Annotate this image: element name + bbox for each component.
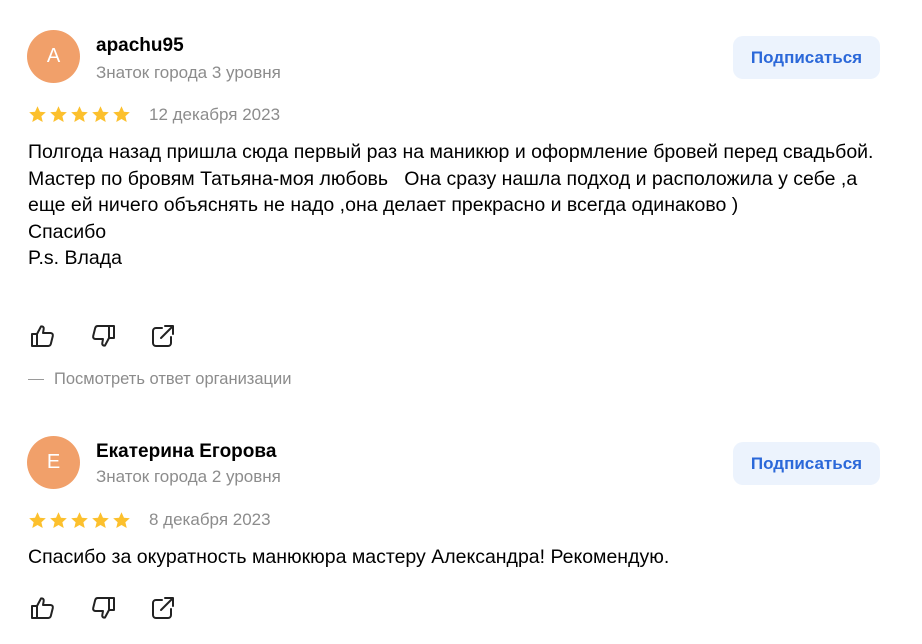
avatar[interactable]: Е (27, 436, 80, 489)
author-level: Знаток города 2 уровня (96, 467, 281, 486)
thumbs-down-icon[interactable] (88, 593, 118, 623)
star-icon (91, 511, 110, 530)
review-actions (28, 593, 208, 623)
subscribe-button[interactable]: Подписаться (733, 442, 880, 485)
star-icon (28, 511, 47, 530)
review-card: Е Екатерина Егорова Знаток города 2 уров… (0, 0, 922, 644)
star-icon (70, 511, 89, 530)
star-icon (49, 511, 68, 530)
thumbs-up-icon[interactable] (28, 593, 58, 623)
rating-stars (28, 511, 131, 530)
review-date: 8 декабря 2023 (149, 510, 271, 529)
share-icon[interactable] (148, 593, 178, 623)
star-icon (112, 511, 131, 530)
author-name[interactable]: Екатерина Егорова (96, 441, 276, 463)
review-text: Спасибо за окуратность манюкюра мастеру … (28, 546, 670, 568)
